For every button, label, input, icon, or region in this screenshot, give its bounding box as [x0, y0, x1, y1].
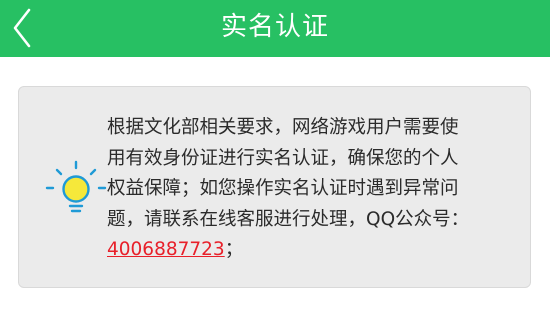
- page-title: 实名认证: [220, 12, 329, 42]
- notice-tail: ；: [224, 239, 244, 260]
- qq-number-link[interactable]: 4006887723: [107, 239, 225, 260]
- chevron-left-icon: [13, 8, 31, 48]
- notice-card: 根据文化部相关要求，网络游戏用户需要使 用有效身份证进行实名认证，确保您的个人 …: [18, 86, 531, 288]
- back-button[interactable]: [0, 0, 56, 57]
- notice-line: 根据文化部相关要求，网络游戏用户需要使: [107, 117, 459, 138]
- lightbulb-icon: [43, 158, 109, 224]
- real-name-notice-text: 根据文化部相关要求，网络游戏用户需要使 用有效身份证进行实名认证，确保您的个人 …: [107, 113, 517, 266]
- top-nav-bar: 实名认证: [0, 0, 550, 57]
- notice-line: 题，请联系在线客服进行处理，QQ公众号：: [107, 208, 470, 230]
- notice-line-last: 4006887723；: [107, 235, 517, 266]
- notice-line: 权益保障；如您操作实名认证时遇到异常问: [107, 178, 459, 199]
- notice-line: 用有效身份证进行实名认证，确保您的个人: [107, 147, 459, 169]
